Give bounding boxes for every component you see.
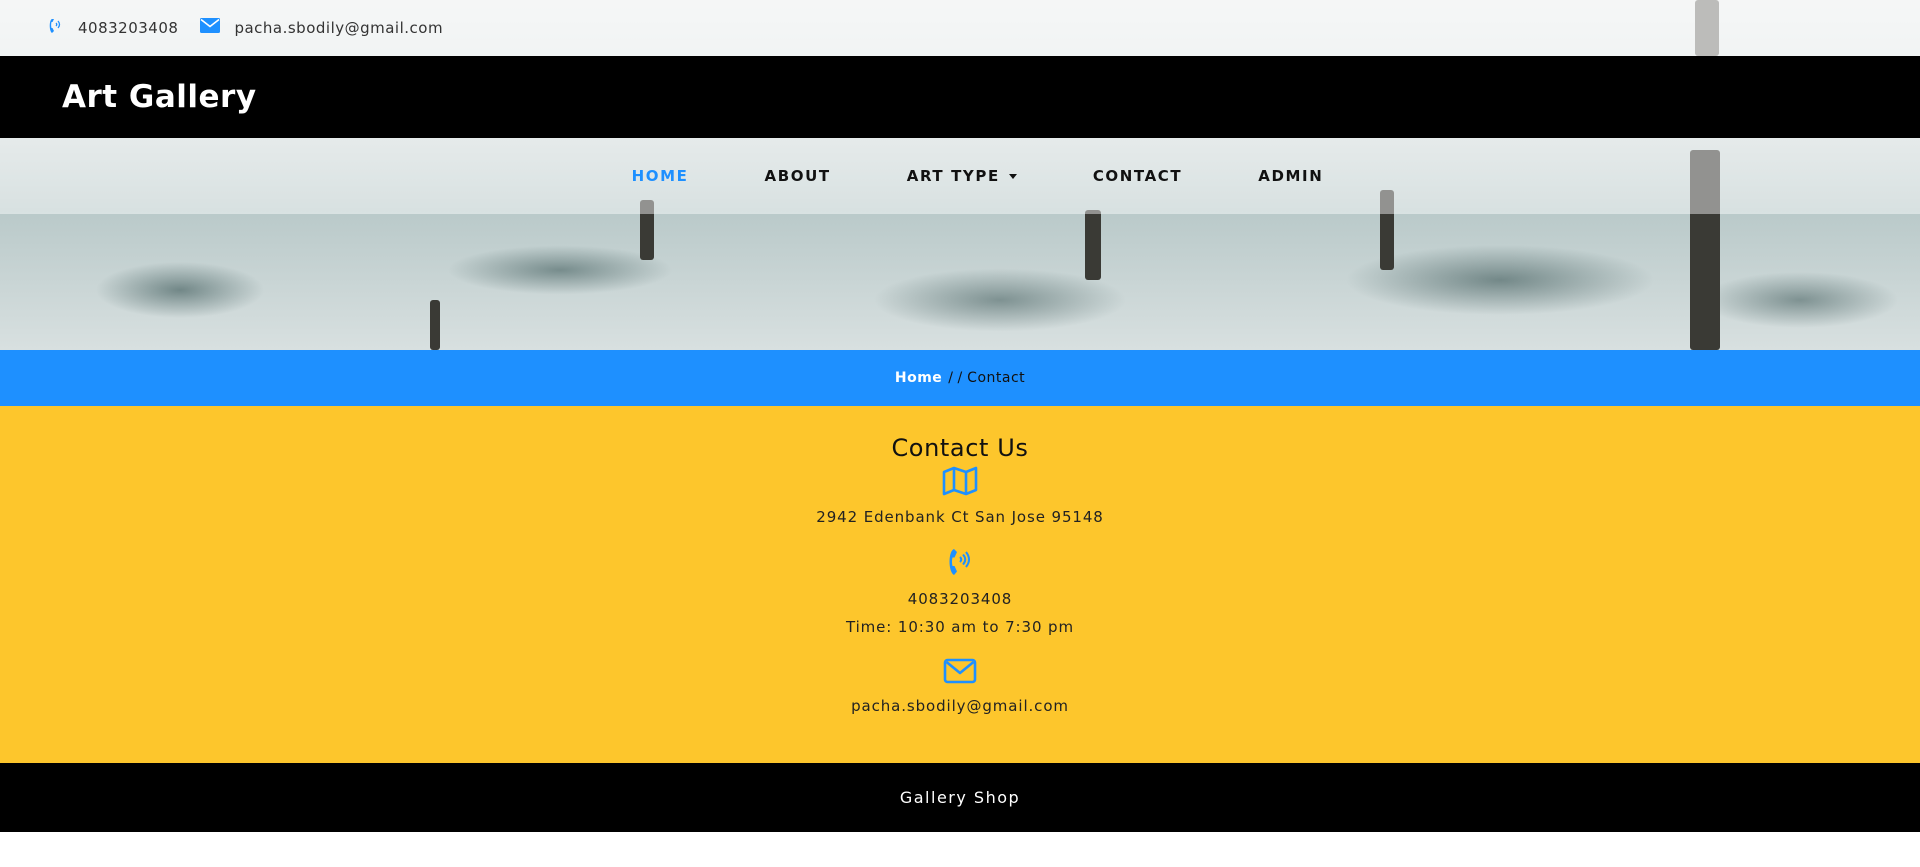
nav-admin-label: ADMIN <box>1258 167 1324 185</box>
nav-admin[interactable]: ADMIN <box>1258 167 1323 185</box>
breadcrumb: Home / / Contact <box>0 350 1920 406</box>
topbar-phone[interactable]: 4083203408 <box>78 19 178 37</box>
hero-tree <box>1085 210 1101 280</box>
envelope-icon <box>200 18 221 38</box>
main-navigation: HOME ABOUT ART TYPE CONTACT ADMIN <box>0 138 1920 214</box>
contact-heading: Contact Us <box>891 434 1029 462</box>
page-bottom-spacer <box>0 832 1920 867</box>
nav-contact-label: CONTACT <box>1092 167 1183 185</box>
nav-home-label: HOME <box>631 167 689 185</box>
contact-phone[interactable]: 4083203408 <box>0 590 1920 608</box>
top-contact-bar: 4083203408 pacha.sbodily@gmail.com <box>0 0 1920 56</box>
brand-bar: Art Gallery <box>0 56 1920 138</box>
envelope-icon <box>0 658 1920 684</box>
nav-art-type-dropdown[interactable]: ART TYPE <box>907 167 1017 185</box>
breadcrumb-current: Contact <box>967 370 1026 386</box>
nav-about[interactable]: ABOUT <box>765 167 831 185</box>
caret-down-icon <box>1008 173 1017 179</box>
phone-volume-icon <box>0 546 1920 578</box>
site-logo-title[interactable]: Art Gallery <box>62 79 257 115</box>
contact-hours: Time: 10:30 am to 7:30 pm <box>845 618 1074 636</box>
contact-address: 2942 Edenbank Ct San Jose 95148 <box>816 508 1104 526</box>
footer-text: Gallery Shop <box>899 788 1021 807</box>
breadcrumb-separator: / / <box>948 370 963 386</box>
footer: Gallery Shop <box>0 763 1920 832</box>
breadcrumb-home-link[interactable]: Home <box>895 370 942 386</box>
nav-art-type-label: ART TYPE <box>906 167 1000 185</box>
nav-home[interactable]: HOME <box>632 167 689 185</box>
contact-email[interactable]: pacha.sbodily@gmail.com <box>0 697 1920 715</box>
nav-about-label: ABOUT <box>764 167 831 185</box>
hero-tree <box>430 300 440 350</box>
nav-contact[interactable]: CONTACT <box>1093 167 1182 185</box>
phone-volume-icon <box>48 17 64 40</box>
contact-section: Contact Us 2942 Edenbank Ct San Jose 951… <box>0 406 1920 763</box>
topbar-email[interactable]: pacha.sbodily@gmail.com <box>234 19 443 37</box>
map-icon <box>0 466 1920 496</box>
